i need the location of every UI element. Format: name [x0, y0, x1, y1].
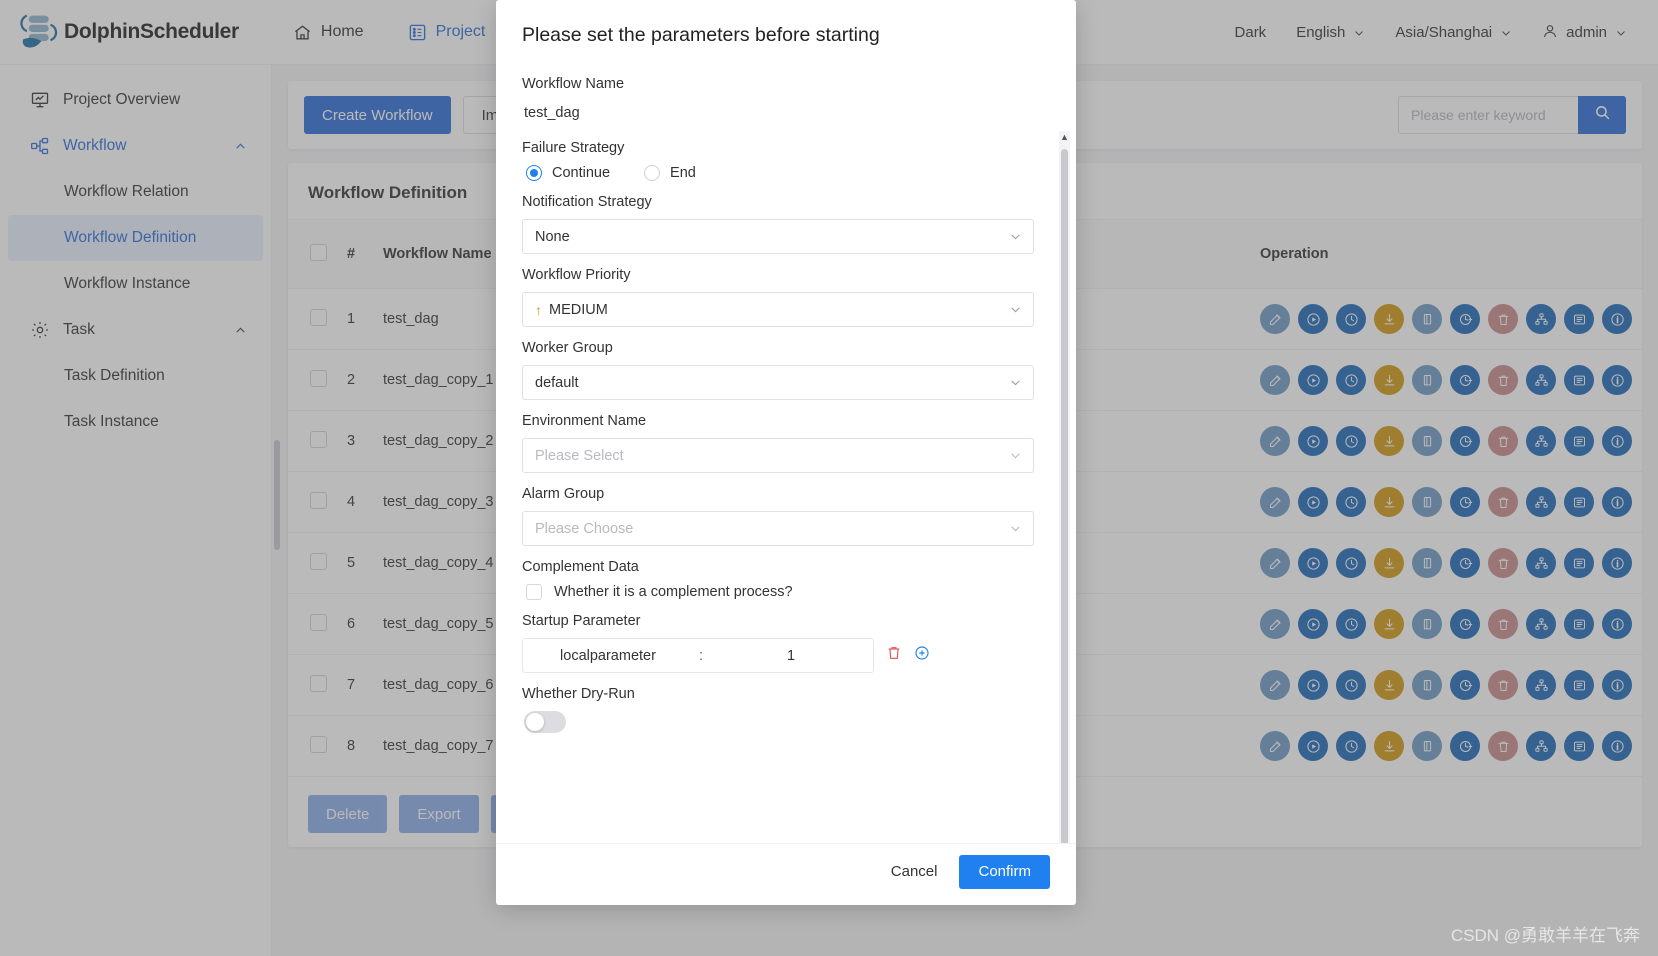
notification-strategy-select[interactable]: None: [522, 219, 1034, 254]
start-parameters-dialog: Please set the parameters before startin…: [496, 0, 1076, 905]
alarm-group-placeholder: Please Choose: [535, 520, 634, 537]
field-notification-strategy: Notification Strategy None: [522, 194, 1050, 254]
notification-strategy-value: None: [535, 228, 570, 245]
field-complement-data: Complement Data Whether it is a compleme…: [522, 559, 1050, 600]
complement-data-label: Complement Data: [522, 559, 639, 575]
failure-strategy-radios: Continue End: [526, 165, 1050, 181]
field-failure-strategy: Failure Strategy Continue End: [522, 140, 1050, 181]
alarm-group-select[interactable]: Please Choose: [522, 511, 1034, 546]
chevron-down-icon: [1011, 526, 1020, 532]
field-workflow-name: Workflow Name test_dag: [522, 76, 1050, 127]
failure-strategy-label: Failure Strategy: [522, 140, 625, 156]
workflow-name-label: Workflow Name: [522, 76, 625, 92]
radio-end-label: End: [670, 165, 696, 181]
radio-continue-dot[interactable]: [526, 165, 542, 181]
worker-group-select[interactable]: default: [522, 365, 1034, 400]
plus-circle-icon[interactable]: [914, 645, 930, 666]
field-alarm-group: Alarm Group Please Choose: [522, 486, 1050, 546]
chevron-down-icon: [1011, 307, 1020, 313]
notification-strategy-label: Notification Strategy: [522, 194, 652, 210]
worker-group-label: Worker Group: [522, 340, 613, 356]
environment-name-select[interactable]: Please Select: [522, 438, 1034, 473]
radio-continue-label: Continue: [552, 165, 611, 181]
field-dry-run: Whether Dry-Run: [522, 686, 1050, 733]
complement-process-checkbox[interactable]: [526, 584, 542, 600]
field-workflow-priority: Workflow Priority ↑ MEDIUM: [522, 267, 1050, 327]
dialog-footer: Cancel Confirm: [496, 843, 1076, 905]
environment-name-placeholder: Please Select: [535, 447, 624, 464]
field-worker-group: Worker Group default: [522, 340, 1050, 400]
confirm-button[interactable]: Confirm: [959, 854, 1050, 889]
app-root: DolphinScheduler Home Project Dark Engli…: [0, 0, 1658, 956]
alarm-group-label: Alarm Group: [522, 486, 605, 502]
chevron-down-icon: [1011, 234, 1020, 240]
cancel-button[interactable]: Cancel: [885, 862, 944, 881]
field-startup-parameter: Startup Parameter localparameter : 1: [522, 613, 1050, 673]
field-environment-name: Environment Name Please Select: [522, 413, 1050, 473]
page-scrollbar[interactable]: [274, 440, 280, 550]
workflow-priority-select[interactable]: ↑ MEDIUM: [522, 292, 1034, 327]
worker-group-value: default: [535, 374, 579, 391]
environment-name-label: Environment Name: [522, 413, 647, 429]
workflow-priority-value: MEDIUM: [549, 301, 608, 318]
startup-parameter-box[interactable]: localparameter : 1: [522, 638, 874, 673]
startup-parameter-colon: :: [698, 647, 704, 664]
complement-process-checkbox-row[interactable]: Whether it is a complement process?: [526, 584, 1050, 600]
chevron-down-icon: [1011, 453, 1020, 459]
startup-parameter-key[interactable]: localparameter: [523, 648, 693, 664]
trash-icon[interactable]: [886, 645, 902, 666]
radio-end-dot[interactable]: [644, 165, 661, 181]
complement-process-label: Whether it is a complement process?: [554, 584, 793, 600]
scroll-up-arrow-icon[interactable]: ▲: [1060, 131, 1069, 144]
radio-continue[interactable]: Continue: [526, 165, 610, 181]
workflow-priority-label: Workflow Priority: [522, 267, 631, 283]
dialog-body: Workflow Name test_dag Failure Strategy …: [496, 63, 1076, 843]
dry-run-toggle[interactable]: [524, 711, 566, 733]
chevron-down-icon: [1011, 380, 1020, 386]
scroll-thumb[interactable]: [1061, 149, 1068, 843]
dry-run-label: Whether Dry-Run: [522, 686, 635, 702]
startup-parameter-row: localparameter : 1: [522, 638, 1050, 673]
dialog-scrollbar[interactable]: ▲ ▼: [1059, 131, 1070, 843]
radio-end[interactable]: End: [644, 165, 696, 181]
startup-parameter-label: Startup Parameter: [522, 613, 641, 629]
workflow-name-value: test_dag: [524, 105, 580, 121]
priority-up-arrow-icon: ↑: [535, 301, 542, 318]
dialog-title: Please set the parameters before startin…: [522, 24, 880, 46]
startup-parameter-value[interactable]: 1: [709, 648, 873, 664]
